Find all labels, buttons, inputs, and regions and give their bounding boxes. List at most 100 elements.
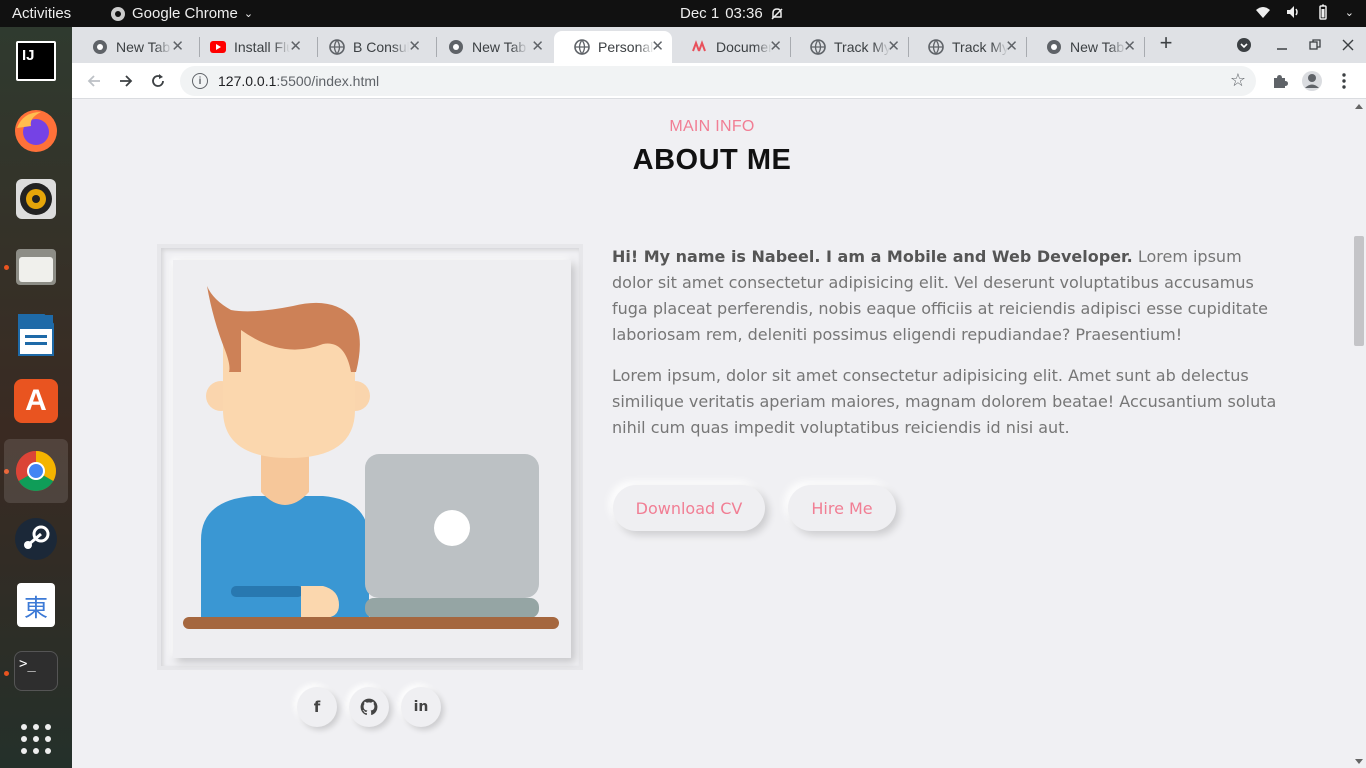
wifi-icon <box>1255 7 1270 18</box>
forward-button[interactable] <box>114 69 138 93</box>
tab-title: Track My <box>834 39 890 55</box>
profile-image-card <box>173 260 571 658</box>
input-method-label: 東 <box>24 594 48 622</box>
tab-strip: New Tab ✕ Install Flutter ✕ B Consult ✕ … <box>72 27 1366 63</box>
chrome-logo <box>16 451 56 491</box>
input-method-icon[interactable]: 東 <box>17 583 55 627</box>
clock[interactable]: Dec 1 03:36 <box>680 5 785 22</box>
chrome-app-icon <box>111 6 125 21</box>
menu-button[interactable] <box>1332 69 1356 93</box>
forward-arrow-icon <box>120 75 133 87</box>
tab-new-tab[interactable]: New Tab ✕ <box>1026 31 1144 63</box>
document-logo <box>18 314 54 356</box>
close-icon[interactable]: ✕ <box>408 37 421 55</box>
tab-title: New Tab <box>472 39 527 55</box>
tab-personal[interactable]: Personal ✕ <box>554 31 672 63</box>
scroll-down-arrow[interactable] <box>1355 759 1363 764</box>
developer-illustration <box>183 286 559 629</box>
avatar-icon <box>1302 71 1322 91</box>
rhythmbox-icon[interactable] <box>12 175 60 223</box>
close-icon[interactable]: ✕ <box>887 37 900 55</box>
minimize-icon <box>1277 48 1287 50</box>
browser-window: New Tab ✕ Install Flutter ✕ B Consult ✕ … <box>72 27 1366 768</box>
close-icon[interactable]: ✕ <box>531 37 544 55</box>
close-icon[interactable]: ✕ <box>769 37 782 55</box>
globe-favicon <box>574 39 590 55</box>
close-icon[interactable]: ✕ <box>1123 37 1136 55</box>
firefox-icon[interactable] <box>12 107 60 155</box>
address-bar[interactable]: i 127.0.0.1:5500/index.html ☆ <box>180 66 1256 96</box>
page-title: ABOUT ME <box>632 144 792 176</box>
dock: IJ A 東 >_ <box>0 27 72 768</box>
chevron-down-icon <box>1237 38 1251 52</box>
second-paragraph: Lorem ipsum, dolor sit amet consectetur … <box>612 366 1277 437</box>
about-text: Hi! My name is Nabeel. I am a Mobile and… <box>612 244 1282 456</box>
system-tray[interactable]: ⌄ <box>1255 4 1354 20</box>
back-button[interactable] <box>82 69 106 93</box>
profile-image-frame <box>157 244 583 670</box>
github-icon <box>360 698 378 716</box>
close-icon[interactable]: ✕ <box>1005 37 1018 55</box>
tab-b-consult[interactable]: B Consult ✕ <box>309 31 429 63</box>
grid-icon <box>21 724 51 754</box>
tab-separator <box>1144 37 1145 57</box>
tab-title: Personal <box>598 39 654 55</box>
extensions-button[interactable] <box>1268 69 1292 93</box>
activities-button[interactable]: Activities <box>12 5 71 22</box>
battery-icon <box>1319 4 1327 20</box>
hire-me-button[interactable]: Hire Me <box>788 485 896 531</box>
tab-title: Install Flutter <box>234 39 290 55</box>
terminal-icon[interactable]: >_ <box>14 651 58 691</box>
google-chrome-icon[interactable] <box>4 439 68 503</box>
intellij-idea-icon[interactable]: IJ <box>16 41 56 81</box>
close-icon[interactable]: ✕ <box>171 37 184 55</box>
kebab-menu-icon <box>1342 73 1346 89</box>
time-label: 03:36 <box>725 5 763 22</box>
tab-documentation[interactable]: Documentation ✕ <box>672 31 790 63</box>
download-cv-button[interactable]: Download CV <box>613 485 765 531</box>
bell-off-icon <box>771 7 783 20</box>
restore-icon <box>1309 39 1321 50</box>
libreoffice-writer-icon[interactable] <box>12 311 60 359</box>
app-menu-label: Google Chrome <box>132 5 238 22</box>
profile-button[interactable] <box>1300 69 1324 93</box>
tab-search-button[interactable] <box>1232 33 1256 57</box>
scroll-up-arrow[interactable] <box>1355 104 1363 109</box>
files-icon[interactable] <box>12 243 60 291</box>
minimize-button[interactable] <box>1270 33 1294 57</box>
tab-title: Documentation <box>716 39 772 55</box>
chevron-down-icon: ⌄ <box>243 8 254 20</box>
tab-new-tab[interactable]: New Tab ✕ <box>72 31 192 63</box>
youtube-favicon <box>210 41 226 53</box>
reload-button[interactable] <box>146 69 170 93</box>
restore-button[interactable] <box>1303 33 1327 57</box>
tab-track-my[interactable]: Track My ✕ <box>908 31 1026 63</box>
linkedin-link[interactable]: in <box>401 687 441 727</box>
close-icon[interactable]: ✕ <box>289 37 302 55</box>
facebook-link[interactable]: f <box>297 687 337 727</box>
app-menu[interactable]: Google Chrome ⌄ <box>110 5 253 22</box>
scrollbar[interactable] <box>1352 100 1366 768</box>
close-icon[interactable]: ✕ <box>651 37 664 55</box>
tab-new-tab[interactable]: New Tab ✕ <box>428 31 552 63</box>
steam-icon[interactable] <box>12 515 60 563</box>
puzzle-icon <box>1274 75 1288 88</box>
linkedin-icon: in <box>413 699 429 715</box>
tab-title: Track My <box>952 39 1008 55</box>
close-window-button[interactable] <box>1336 33 1360 57</box>
scrollbar-thumb[interactable] <box>1354 236 1364 346</box>
tab-track-my[interactable]: Track My ✕ <box>790 31 908 63</box>
tab-title: New Tab <box>116 39 171 55</box>
firefox-logo <box>15 110 57 152</box>
new-tab-button[interactable]: + <box>1154 30 1178 55</box>
running-indicator <box>4 671 9 676</box>
github-link[interactable] <box>349 687 389 727</box>
system-top-bar: Activities Google Chrome ⌄ Dec 1 03:36 ⌄ <box>0 0 1366 27</box>
site-info-icon[interactable]: i <box>192 73 208 89</box>
ubuntu-software-icon[interactable]: A <box>14 379 58 423</box>
tab-title: New Tab <box>1070 39 1125 55</box>
show-applications-icon[interactable] <box>12 715 60 763</box>
chrome-favicon <box>1047 40 1061 54</box>
tab-install-flutter[interactable]: Install Flutter ✕ <box>190 31 310 63</box>
bookmark-star-icon[interactable]: ☆ <box>1230 70 1246 91</box>
